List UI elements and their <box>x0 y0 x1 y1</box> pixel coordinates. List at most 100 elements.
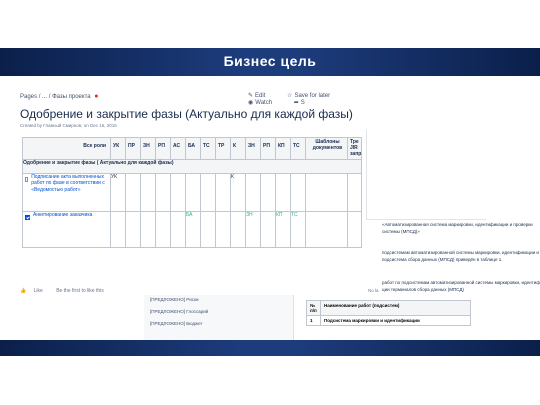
save-for-later-button[interactable]: ☆ Save for later <box>287 93 340 99</box>
header-role: К <box>230 137 246 160</box>
role-cell <box>260 211 276 248</box>
right-doc-text: подсистема сбора данных (МПСД) приведён … <box>382 257 503 262</box>
role-cell <box>155 211 171 248</box>
works-col-number: № п/п <box>306 300 321 316</box>
section-title: Одобрение и закрытие фазы ( Актуально дл… <box>21 159 363 174</box>
slide-title: Бизнес цель <box>223 53 317 69</box>
works-table: № п/п Наименование работ (подсистем) 1 П… <box>306 300 471 326</box>
works-row-number: 1 <box>306 315 321 326</box>
share-button[interactable]: ➦ S <box>294 100 315 106</box>
lower-right-doc: № п/п Наименование работ (подсистем) 1 П… <box>306 300 506 340</box>
tree-item[interactable]: [ПРЕДЛОЖЕНО] Бюджет <box>150 321 203 326</box>
header-role: ЗН <box>140 137 156 160</box>
task-cell: Подписание акта выполненных работ по фаз… <box>22 173 111 212</box>
role-cell <box>170 211 186 248</box>
role-cell <box>155 173 171 212</box>
role-cell: УК <box>110 173 126 212</box>
role-cell: ЗН <box>245 211 261 248</box>
share-label: S <box>300 100 305 106</box>
works-col-name: Наименование работ (подсистем) <box>320 300 471 316</box>
tree-item[interactable]: [ПРЕДЛОЖЕНО] Риски <box>150 297 199 302</box>
watch-button[interactable]: ◉ Watch <box>248 100 282 106</box>
role-cell <box>125 211 141 248</box>
header-all-roles: Все роли <box>22 137 111 160</box>
right-doc-text: ции терминалов сбора данных (МПСД) <box>382 287 464 292</box>
right-doc-text: «Автоматизированная система маркировки, … <box>382 222 533 227</box>
role-cell <box>140 211 156 248</box>
role-cell <box>200 173 216 212</box>
phase-table: Все роли УК ПР ЗН РП АС БА ТС ТР К ЗН РП… <box>21 137 363 248</box>
tree-item[interactable]: [ПРЕДЛОЖЕНО] Глоссарий <box>150 309 208 314</box>
header-role: АС <box>170 137 186 160</box>
breadcrumb-separator: / <box>38 94 41 100</box>
section-row: Одобрение и закрытие фазы ( Актуально дл… <box>21 159 363 174</box>
page-title: Одобрение и закрытие фазы (Актуально для… <box>20 107 353 121</box>
share-icon: ➦ <box>293 100 299 106</box>
header-role: КП <box>275 137 291 160</box>
role-cell <box>170 173 186 212</box>
save-label: Save for later <box>294 93 331 99</box>
table-header-row: Все роли УК ПР ЗН РП АС БА ТС ТР К ЗН РП… <box>22 137 363 160</box>
breadcrumb: Pages / ... / Фазы проекта ● <box>20 93 99 100</box>
role-cell <box>110 211 126 248</box>
like-bar: 👍 Like Be the first to like this <box>20 288 110 294</box>
role-cell <box>275 173 291 212</box>
star-icon: ☆ <box>287 93 293 99</box>
eye-icon: ◉ <box>248 100 254 106</box>
role-cell <box>230 211 246 248</box>
header-role: ТС <box>200 137 216 160</box>
works-table-header: № п/п Наименование работ (подсистем) <box>306 300 471 316</box>
right-doc-text: работ по подсистемам автоматизированной … <box>382 280 540 285</box>
role-cell <box>290 173 306 212</box>
breadcrumb-current[interactable]: Фазы проекта <box>52 94 91 100</box>
pencil-icon: ✎ <box>248 93 254 99</box>
role-cell <box>245 173 261 212</box>
no-labels-text: No la <box>368 288 379 293</box>
title-bar: Бизнес цель <box>0 48 540 76</box>
role-cell <box>305 173 348 212</box>
like-button[interactable]: 👍 Like <box>20 288 49 294</box>
like-label: Like <box>33 288 43 294</box>
confluence-page: Pages / ... / Фазы проекта ● ✎ Edit ☆ Save… <box>14 80 388 295</box>
role-cell <box>140 173 156 212</box>
restriction-lock-icon[interactable]: ● <box>94 93 98 100</box>
header-role: РП <box>260 137 276 160</box>
table-row: 1 Подсистема маркировки и идентификации <box>306 315 471 326</box>
edit-label: Edit <box>255 93 266 99</box>
breadcrumb-separator: / <box>48 94 51 100</box>
breadcrumb-pages[interactable]: Pages <box>20 94 37 100</box>
edit-button[interactable]: ✎ Edit <box>248 93 275 99</box>
header-role: РП <box>155 137 171 160</box>
role-cell <box>215 173 231 212</box>
header-role: ТР <box>215 137 231 160</box>
role-cell: БА <box>185 211 201 248</box>
task-checkbox[interactable] <box>25 177 29 182</box>
role-cell <box>346 173 363 212</box>
role-cell <box>346 211 363 248</box>
thumbs-up-icon: 👍 <box>20 288 27 294</box>
header-role: ПР <box>125 137 141 160</box>
right-doc-frame <box>366 130 486 220</box>
role-cell <box>215 211 231 248</box>
right-doc-text: подсистемам автоматизированной системы м… <box>382 250 539 255</box>
works-row-name: Подсистема маркировки и идентификации <box>320 315 471 326</box>
page-actions: ✎ Edit ☆ Save for later ◉ Watch ➦ S <box>248 92 388 106</box>
right-doc-text: системы (МПСД)» <box>382 229 420 234</box>
role-cell <box>260 173 276 212</box>
role-cell: КП <box>275 211 291 248</box>
header-role: ЗН <box>245 137 261 160</box>
task-cell: Анкетирование заказчика <box>22 211 111 248</box>
role-cell: ТС <box>290 211 306 248</box>
role-cell: К <box>230 173 246 212</box>
bottom-bar <box>0 340 540 356</box>
page-tree-panel: [ПРЕДЛОЖЕНО] Риски [ПРЕДЛОЖЕНО] Глоссари… <box>144 295 294 340</box>
header-jira: Тре JIR запр <box>346 137 363 160</box>
header-role: УК <box>110 137 126 160</box>
role-cell <box>305 211 348 248</box>
header-templates: Шаблоны документов <box>305 137 348 160</box>
task-text: Анкетирование заказчика <box>33 212 93 218</box>
role-cell <box>185 173 201 212</box>
task-checkbox-checked[interactable] <box>25 215 30 220</box>
breadcrumb-ellipsis[interactable]: ... <box>42 94 47 100</box>
role-cell <box>125 173 141 212</box>
